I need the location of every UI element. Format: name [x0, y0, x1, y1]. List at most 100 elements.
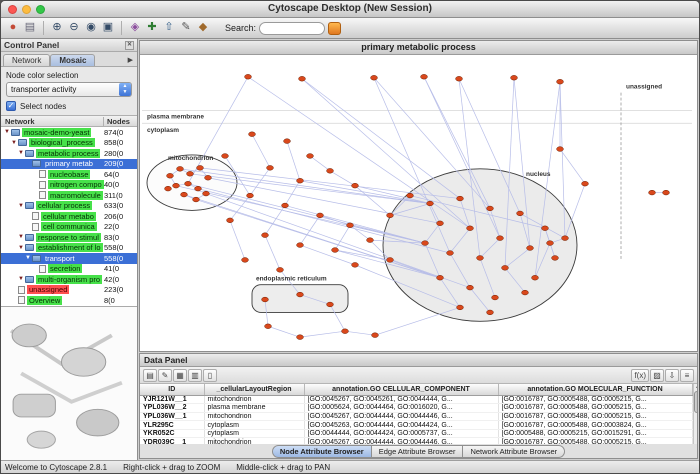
table-cell[interactable]: mitochondrion	[204, 412, 304, 421]
tree-row[interactable]: ▼biological_process858(0	[1, 138, 137, 149]
expander-icon[interactable]: ▼	[17, 276, 25, 282]
table-cell[interactable]: [GO:0044444, GO:0044424, GO:0005737, G..…	[304, 429, 498, 438]
network-edge[interactable]	[300, 331, 345, 337]
close-window-button[interactable]	[8, 5, 17, 14]
network-node[interactable]	[387, 258, 394, 263]
network-node[interactable]	[187, 171, 194, 176]
network-edge[interactable]	[230, 220, 245, 260]
annotation-icon[interactable]: ✎	[178, 20, 194, 36]
node-color-select[interactable]: transporter activity ▲▼	[6, 82, 132, 97]
tree-row[interactable]: secretion41(0	[1, 264, 137, 275]
tree-row[interactable]: ▼multi-organism pro42(0	[1, 274, 137, 285]
network-edge[interactable]	[375, 307, 460, 335]
delete-attribute-icon[interactable]: ▦	[173, 369, 187, 382]
network-node[interactable]	[245, 74, 252, 79]
table-row[interactable]: YPL036W__2plasma membrane[GO:0005624, GO…	[140, 404, 692, 413]
network-edge[interactable]	[268, 326, 300, 337]
network-node[interactable]	[262, 297, 269, 302]
network-node[interactable]	[181, 192, 188, 197]
table-scrollbar[interactable]: ▲	[693, 384, 698, 444]
network-node[interactable]	[222, 154, 229, 159]
network-node[interactable]	[437, 275, 444, 280]
table-cell[interactable]: [GO:0045267, GO:0044444, GO:0044446, G..…	[304, 412, 498, 421]
zoom-window-button[interactable]	[36, 5, 45, 14]
column-header[interactable]: _cellularLayoutRegion	[204, 384, 304, 395]
table-cell[interactable]: cytoplasm	[204, 421, 304, 430]
table-cell[interactable]: YLR295C	[140, 421, 204, 430]
scroll-up-icon[interactable]: ▲	[695, 384, 697, 390]
network-node[interactable]	[497, 236, 504, 241]
network-node[interactable]	[557, 79, 564, 84]
tree-row[interactable]: ▼mosaic-demo-yeast874(0	[1, 127, 137, 138]
column-header[interactable]: ID	[140, 384, 204, 395]
network-node[interactable]	[297, 335, 304, 340]
network-edge[interactable]	[265, 235, 280, 270]
import-attributes-icon[interactable]: ⇩	[665, 369, 679, 382]
tree-row[interactable]: ▼cellular process633(0	[1, 201, 137, 212]
network-node[interactable]	[307, 154, 314, 159]
network-edge[interactable]	[345, 331, 375, 335]
expander-icon[interactable]: ▼	[17, 150, 25, 156]
function-builder-icon[interactable]: f(x)	[631, 369, 649, 382]
network-node[interactable]	[447, 251, 454, 256]
network-node[interactable]	[203, 191, 210, 196]
zoom-fit-icon[interactable]: ▣	[100, 20, 116, 36]
tree-row[interactable]: cell communica22(0	[1, 222, 137, 233]
network-node[interactable]	[284, 139, 291, 144]
column-header[interactable]: annotation.GO MOLECULAR_FUNCTION	[498, 384, 692, 395]
network-node[interactable]	[663, 190, 670, 195]
network-node[interactable]	[562, 236, 569, 241]
network-node[interactable]	[407, 193, 414, 198]
network-node[interactable]	[547, 241, 554, 246]
scrollbar-thumb[interactable]	[694, 391, 697, 413]
network-node[interactable]	[165, 186, 172, 191]
network-node[interactable]	[205, 175, 212, 180]
network-node[interactable]	[582, 181, 589, 186]
tree-row[interactable]: primary metab209(0	[1, 159, 137, 170]
network-node[interactable]	[421, 74, 428, 79]
network-node[interactable]	[297, 292, 304, 297]
table-cell[interactable]: plasma membrane	[204, 404, 304, 413]
network-node[interactable]	[487, 310, 494, 315]
tab-network[interactable]: Network	[3, 54, 50, 66]
network-column-header[interactable]: Network	[1, 117, 103, 126]
birdseye-view[interactable]	[1, 306, 137, 461]
table-cell[interactable]: [GO:0016787, GO:0005488, GO:0005215, G..…	[498, 395, 692, 404]
table-row[interactable]: YKR052Ccytoplasm[GO:0044444, GO:0044424,…	[140, 429, 692, 438]
network-node[interactable]	[542, 226, 549, 231]
apply-function-icon[interactable]: ▨	[650, 369, 664, 382]
tab-overflow-arrow-icon[interactable]: ▶	[128, 56, 135, 66]
vizmapper-icon[interactable]: ◆	[195, 20, 211, 36]
table-cell[interactable]: mitochondrion	[204, 395, 304, 404]
console-icon[interactable]: ●	[5, 20, 21, 36]
network-node[interactable]	[422, 241, 429, 246]
network-node[interactable]	[527, 246, 534, 251]
table-cell[interactable]: [GO:0016787, GO:0005488, GO:0005215, G..…	[498, 404, 692, 413]
network-node[interactable]	[282, 203, 289, 208]
network-node[interactable]	[532, 275, 539, 280]
zoom-selected-icon[interactable]: ◉	[83, 20, 99, 36]
window-titlebar[interactable]: Cytoscape Desktop (New Session)	[1, 1, 699, 18]
network-node[interactable]	[249, 132, 256, 137]
network-node[interactable]	[477, 256, 484, 261]
import-network-icon[interactable]: ⇧	[161, 20, 177, 36]
network-node[interactable]	[227, 218, 234, 223]
minimize-window-button[interactable]	[22, 5, 31, 14]
tab-edge-attribute-browser[interactable]: Edge Attribute Browser	[372, 445, 464, 458]
network-edge[interactable]	[310, 156, 330, 171]
table-cell[interactable]: YPL036W__2	[140, 404, 204, 413]
nodes-column-header[interactable]: Nodes	[103, 117, 137, 126]
table-row[interactable]: YLR295Ccytoplasm[GO:0045263, GO:0044444,…	[140, 421, 692, 430]
network-node[interactable]	[332, 248, 339, 253]
print-icon[interactable]: ▤	[22, 20, 38, 36]
clear-table-icon[interactable]: ▯	[203, 369, 217, 382]
tree-row[interactable]: nitrogen compo40(0	[1, 180, 137, 191]
network-node[interactable]	[299, 76, 306, 81]
network-node[interactable]	[487, 206, 494, 211]
network-node[interactable]	[327, 302, 334, 307]
network-node[interactable]	[247, 193, 254, 198]
network-node[interactable]	[372, 333, 379, 338]
network-node[interactable]	[502, 265, 509, 270]
network-node[interactable]	[367, 238, 374, 243]
tree-row[interactable]: ▼transport558(0	[1, 253, 137, 264]
